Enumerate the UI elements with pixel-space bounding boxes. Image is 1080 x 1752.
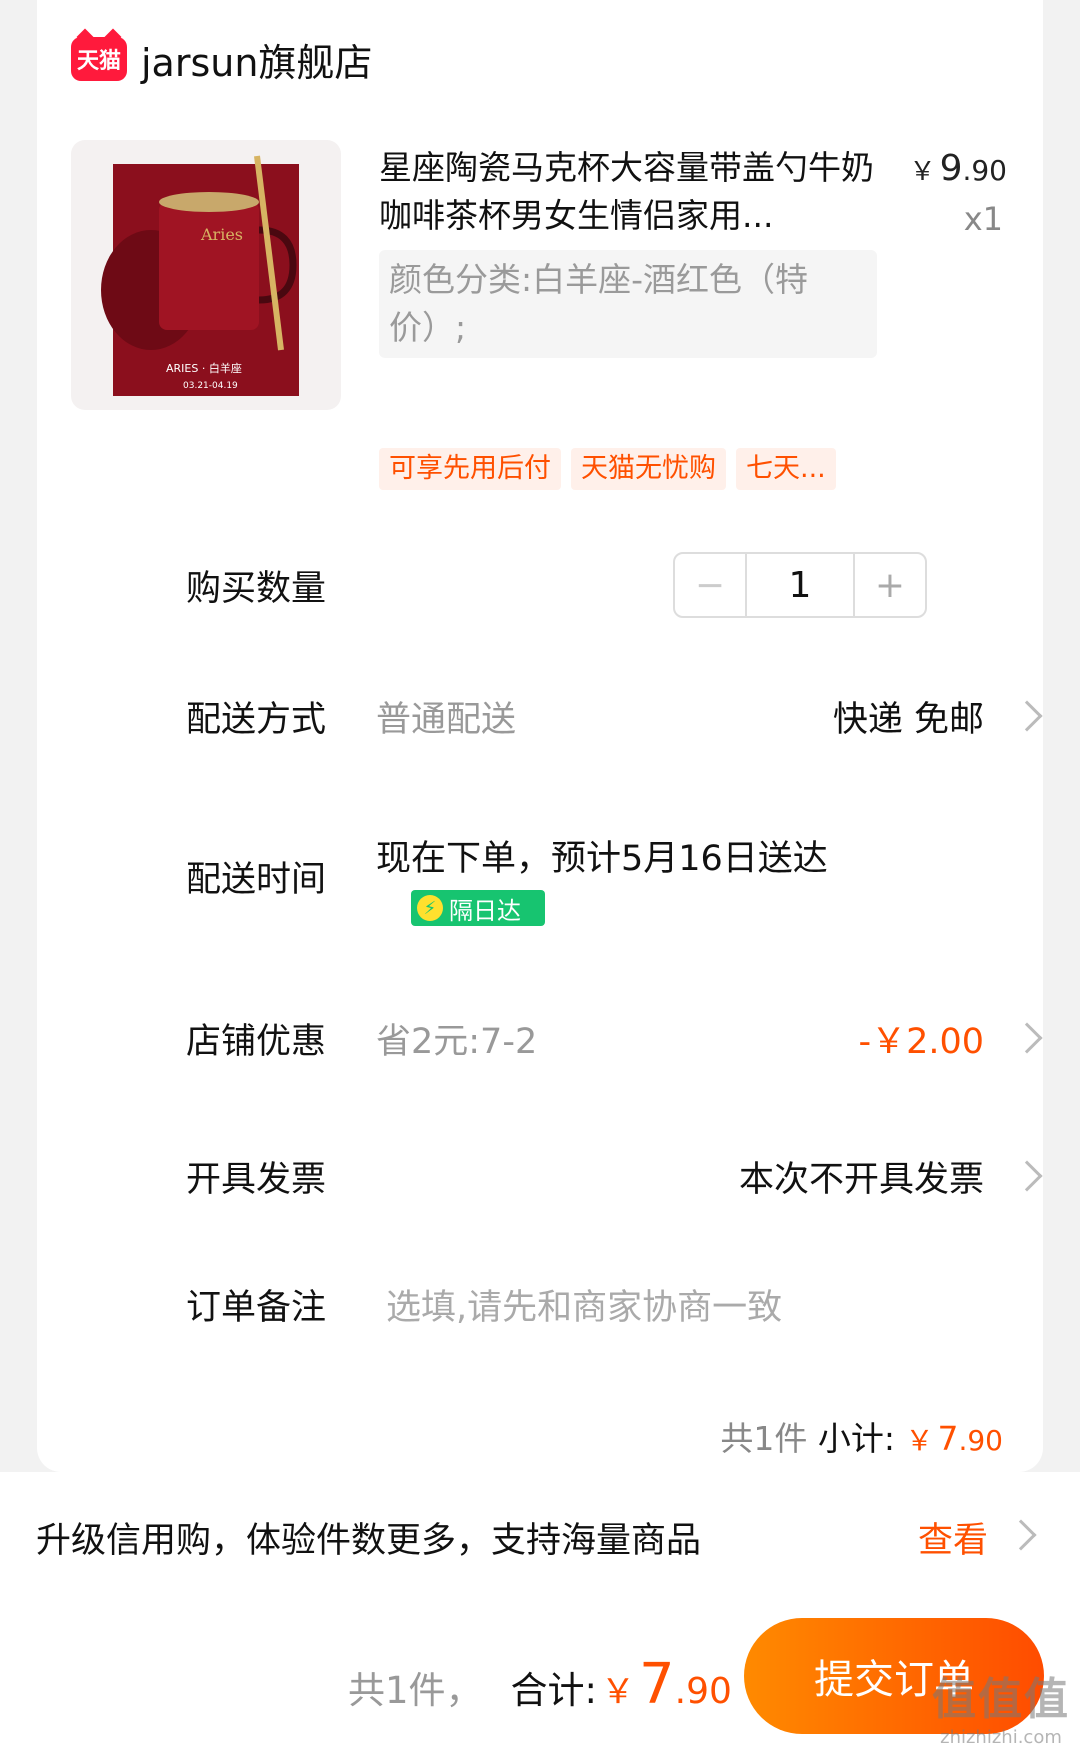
- delivery-time-value: 现在下单，预计5月16日送达: [376, 839, 828, 879]
- chevron-right-icon: [1011, 1022, 1043, 1054]
- credit-upgrade-text: 升级信用购，体验件数更多，支持海量商品: [36, 1521, 702, 1561]
- total-amount: 7.90: [639, 1652, 732, 1717]
- increase-button[interactable]: +: [853, 554, 925, 616]
- product-sku[interactable]: 颜色分类:白羊座-酒红色（特价）;: [379, 250, 877, 358]
- mug-aries-text: Aries: [200, 225, 243, 244]
- shop-discount-row[interactable]: 店铺优惠 省2元:7-2 -￥2.00: [186, 1008, 1046, 1068]
- order-note-input[interactable]: 选填,请先和商家协商一致: [386, 1279, 782, 1330]
- shop-header[interactable]: 天猫 jarsun旗舰店: [71, 32, 372, 87]
- subtotal-count: 共1件: [720, 1419, 808, 1458]
- order-note-label: 订单备注: [186, 1287, 327, 1328]
- subtotal-label: 小计:: [817, 1419, 895, 1458]
- shop-discount-label: 店铺优惠: [186, 1021, 327, 1062]
- invoice-row[interactable]: 开具发票 本次不开具发票: [186, 1146, 1046, 1206]
- mug-illustration: Aries ARIES · 白羊座 03.21-04.19: [101, 155, 299, 396]
- invoice-label: 开具发票: [186, 1159, 327, 1200]
- lightning-icon: ⚡: [417, 895, 443, 921]
- credit-view-link[interactable]: 查看: [918, 1512, 988, 1563]
- next-day-badge: ⚡ 隔日达: [411, 890, 545, 926]
- tag-worry-free[interactable]: 天猫无忧购: [571, 448, 726, 490]
- watermark-url: zhizhizhi.com: [940, 1727, 1062, 1748]
- decrease-button[interactable]: −: [675, 554, 747, 616]
- service-tags[interactable]: 可享先用后付 天猫无忧购 七天...: [379, 448, 836, 490]
- mug-dates-text: 03.21-04.19: [183, 381, 238, 391]
- watermark-logo: 值值值: [932, 1674, 1070, 1725]
- order-card: 天猫 jarsun旗舰店 Aries ARIES · 白羊座 03.21-04.…: [37, 0, 1043, 1472]
- shop-discount-value: -￥2.00: [858, 1021, 984, 1062]
- mug-sign-text: ARIES · 白羊座: [166, 361, 242, 375]
- watermark: 值值值 zhizhizhi.com: [932, 1663, 1070, 1748]
- delivery-method-label: 配送方式: [186, 699, 327, 740]
- order-note-row: 订单备注 选填,请先和商家协商一致: [186, 1274, 1046, 1334]
- credit-upgrade-bar[interactable]: 升级信用购，体验件数更多，支持海量商品 查看: [0, 1472, 1080, 1600]
- tag-seven-days[interactable]: 七天...: [736, 448, 836, 490]
- chevron-right-icon: [1011, 1160, 1043, 1192]
- tmall-logo-icon: 天猫: [71, 37, 127, 81]
- chevron-right-icon: [1005, 1519, 1037, 1551]
- product-price: ￥ 9.90: [909, 148, 1007, 189]
- tag-pay-later[interactable]: 可享先用后付: [379, 448, 561, 490]
- quantity-label: 购买数量: [186, 568, 327, 609]
- delivery-method-value: 快递 免邮: [832, 699, 984, 740]
- chevron-right-icon: [1011, 700, 1043, 732]
- quantity-stepper[interactable]: − 1 +: [673, 552, 927, 618]
- product-title[interactable]: 星座陶瓷马克杯大容量带盖勺牛奶咖啡茶杯男女生情侣家用...: [379, 144, 879, 240]
- total-label: 合计:: [510, 1669, 598, 1712]
- shop-name[interactable]: jarsun旗舰店: [141, 32, 372, 87]
- order-total: 共1件， 合计: ￥ 7.90: [348, 1652, 732, 1717]
- product-image[interactable]: Aries ARIES · 白羊座 03.21-04.19: [71, 140, 341, 410]
- subtotal-amount: ￥ 7.90: [905, 1419, 1003, 1458]
- quantity-value[interactable]: 1: [747, 554, 853, 616]
- product-quantity-label: x1: [963, 200, 1003, 238]
- checkout-bar: 共1件， 合计: ￥ 7.90 提交订单 值值值 zhizhizhi.com: [0, 1600, 1080, 1752]
- invoice-value: 本次不开具发票: [738, 1159, 984, 1200]
- total-count: 共1件，: [348, 1669, 483, 1712]
- delivery-method-row[interactable]: 配送方式 普通配送 快递 免邮: [186, 686, 1046, 746]
- subtotal: 共1件 小计: ￥ 7.90: [720, 1412, 1003, 1460]
- delivery-method-type: 普通配送: [376, 699, 517, 740]
- shop-discount-desc: 省2元:7-2: [376, 1021, 538, 1062]
- delivery-time-label: 配送时间: [186, 859, 327, 900]
- next-day-badge-label: 隔日达: [449, 896, 521, 925]
- total-currency: ￥: [601, 1672, 636, 1712]
